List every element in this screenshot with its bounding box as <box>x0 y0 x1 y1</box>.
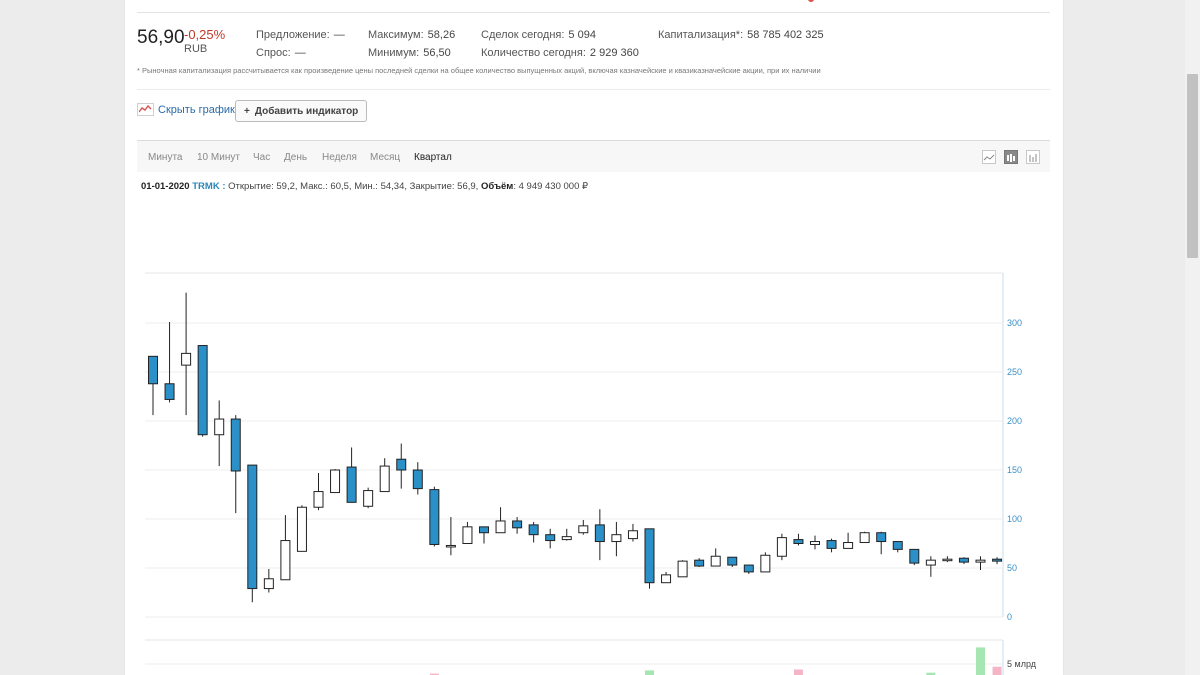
candle-bull <box>363 490 374 507</box>
y-tick-label: 100 <box>1007 514 1022 524</box>
candle-bull <box>776 537 787 557</box>
candle-bear <box>727 556 738 566</box>
candle-bull <box>661 574 672 584</box>
candle-bull <box>379 465 390 493</box>
candle-bear <box>594 524 605 543</box>
candle-bull <box>810 541 820 545</box>
candle-bear <box>479 526 489 534</box>
candle-bull <box>627 530 638 540</box>
candle-bear <box>743 564 754 573</box>
candle-bear <box>396 458 407 471</box>
volume-tick-label: 5 млрд <box>1007 659 1037 669</box>
candle-bear <box>412 469 423 490</box>
candle-bear <box>512 520 523 529</box>
candle-bear <box>644 528 655 584</box>
candle-bear <box>429 489 440 545</box>
candle-bull <box>611 534 622 543</box>
candle-bear <box>545 534 556 542</box>
y-tick-label: 50 <box>1007 563 1017 573</box>
y-tick-label: 200 <box>1007 416 1022 426</box>
candle-bull <box>760 554 771 573</box>
y-tick-label: 150 <box>1007 465 1022 475</box>
candle-bear <box>958 557 969 563</box>
candle-bull <box>181 352 192 366</box>
candle-bull <box>330 469 341 494</box>
volume-bar <box>992 666 1002 675</box>
candle-bull <box>925 559 936 566</box>
candle-bear <box>148 355 158 385</box>
candle-bull <box>462 526 473 545</box>
y-tick-label: 300 <box>1007 318 1022 328</box>
candle-bear <box>826 540 837 549</box>
volume-bar <box>976 647 985 675</box>
candle-bear <box>164 383 175 400</box>
candle-bear <box>992 558 1003 562</box>
candle-bull <box>859 532 870 544</box>
candle-bull <box>561 536 572 541</box>
candle-bull <box>313 491 324 508</box>
volume-bar <box>793 669 803 675</box>
y-tick-label: 250 <box>1007 367 1022 377</box>
candle-bull <box>263 578 274 590</box>
candle-bull <box>677 560 688 578</box>
scrollbar-thumb[interactable] <box>1187 74 1198 258</box>
candlestick-chart[interactable]: 0 50 100 150 200 250 300 5 млрд <box>125 0 1063 675</box>
candle-bear <box>528 524 539 536</box>
candle-bear <box>694 559 705 567</box>
candle-bull <box>296 506 307 552</box>
candle-bull <box>975 559 986 563</box>
candle-bear <box>197 345 208 436</box>
volume-bar <box>645 670 654 675</box>
candle-bear <box>876 532 887 543</box>
candle-bull <box>280 540 291 581</box>
candle-bull <box>942 558 953 562</box>
candle-bull <box>445 544 456 548</box>
candle-bear <box>793 539 804 545</box>
candle-bear <box>247 464 258 590</box>
candle-bear <box>230 418 241 472</box>
candle-bull <box>843 542 854 549</box>
candle-bull <box>710 555 721 567</box>
candle-bear <box>909 548 920 564</box>
y-tick-label: 0 <box>1007 612 1012 622</box>
candle-bear <box>346 466 357 503</box>
candle-bull <box>214 418 225 436</box>
candle-bull <box>495 520 506 534</box>
quote-page: 56,90 -0,25% RUB Предложение: — Спрос: — М… <box>125 0 1063 675</box>
candle-bear <box>892 541 903 550</box>
candle-bull <box>578 525 589 534</box>
